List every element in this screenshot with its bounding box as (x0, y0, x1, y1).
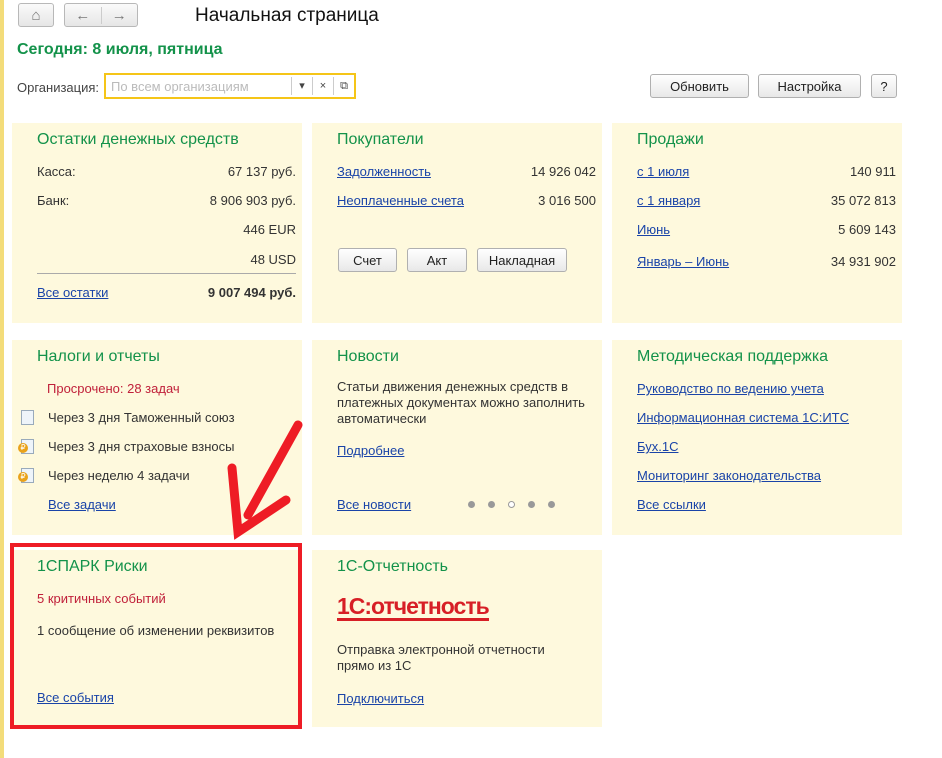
red-arrow-icon (227, 420, 303, 540)
